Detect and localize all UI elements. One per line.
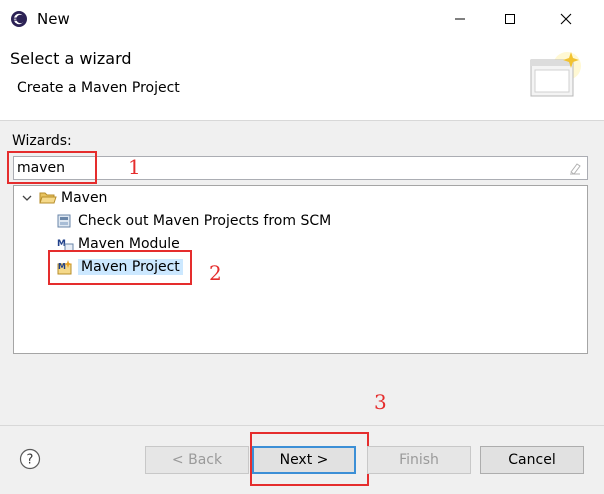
tree-item-checkout-scm[interactable]: Check out Maven Projects from SCM	[56, 210, 331, 231]
button-bar-separator	[0, 425, 604, 426]
cancel-button[interactable]: Cancel	[480, 446, 584, 474]
next-button[interactable]: Next >	[252, 446, 356, 474]
svg-text:M: M	[58, 262, 66, 271]
annotation-number-2: 2	[209, 261, 222, 285]
maven-module-icon: M	[56, 236, 74, 252]
annotation-number-1: 1	[128, 155, 141, 179]
help-icon[interactable]: ?	[19, 448, 41, 470]
tree-item-label: Maven Module	[78, 235, 180, 252]
tree-item-maven-module[interactable]: M Maven Module	[56, 233, 180, 254]
finish-button[interactable]: Finish	[367, 446, 471, 474]
chevron-down-icon[interactable]	[20, 190, 34, 206]
wizard-filter-field[interactable]	[13, 156, 588, 180]
wizard-filter-input[interactable]	[17, 158, 557, 178]
maven-project-icon: M	[56, 259, 74, 275]
eclipse-icon	[10, 10, 28, 28]
svg-text:?: ?	[27, 453, 34, 468]
minimize-icon[interactable]	[440, 4, 480, 34]
tree-category-maven[interactable]: Maven	[20, 187, 107, 208]
tree-item-label: Check out Maven Projects from SCM	[78, 212, 332, 229]
wizard-banner-icon	[527, 46, 587, 106]
annotation-number-3: 3	[374, 390, 387, 414]
wizard-tree[interactable]: Maven Check out Maven Projects from SCM …	[13, 185, 588, 354]
page-title: Select a wizard	[10, 49, 132, 68]
window-title: New	[37, 10, 70, 28]
folder-open-icon	[39, 190, 57, 206]
wizard-header: Select a wizard Create a Maven Project	[0, 38, 604, 121]
maven-scm-icon	[56, 213, 74, 229]
wizards-label: Wizards:	[12, 133, 72, 149]
clear-filter-icon[interactable]	[568, 161, 582, 175]
title-bar: New	[0, 0, 604, 38]
tree-category-label: Maven	[61, 189, 108, 206]
maximize-icon[interactable]	[490, 4, 530, 34]
close-icon[interactable]	[546, 4, 586, 34]
tree-item-label: Maven Project	[78, 258, 183, 275]
page-subtitle: Create a Maven Project	[17, 80, 180, 96]
tree-item-maven-project[interactable]: M Maven Project	[56, 256, 183, 277]
back-button[interactable]: < Back	[145, 446, 249, 474]
